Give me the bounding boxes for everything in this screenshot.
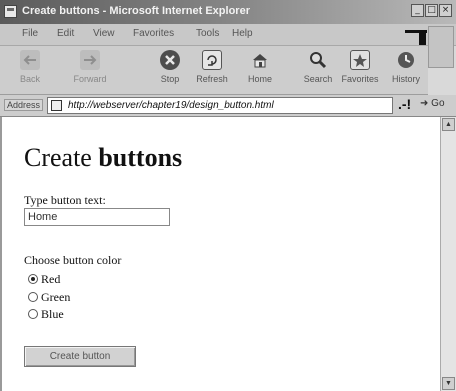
refresh-label: Refresh xyxy=(196,74,228,84)
maximize-button[interactable]: □ xyxy=(425,4,438,17)
create-button[interactable]: Create button xyxy=(24,346,136,367)
vertical-scrollbar[interactable]: ▲ ▼ xyxy=(440,117,456,391)
menu-help[interactable]: Help xyxy=(232,28,253,39)
refresh-button[interactable]: Refresh xyxy=(190,48,234,90)
go-label: Go xyxy=(431,98,445,109)
address-input[interactable]: http://webserver/chapter19/design_button… xyxy=(47,97,393,114)
radio-blue-label: Blue xyxy=(41,307,64,321)
menu-tools[interactable]: Tools xyxy=(196,28,219,39)
address-label: Address xyxy=(4,99,44,111)
favorites-icon xyxy=(350,50,370,70)
minimize-button[interactable]: _ xyxy=(411,4,424,17)
stop-button[interactable]: Stop xyxy=(148,48,192,90)
ie-logo-throbber xyxy=(428,26,454,68)
favorites-label: Favorites xyxy=(341,74,379,84)
home-label: Home xyxy=(247,74,272,84)
history-label: History xyxy=(391,74,420,84)
address-url: http://webserver/chapter19/design_button… xyxy=(68,100,274,111)
home-button[interactable]: Home xyxy=(238,48,282,90)
forward-button[interactable]: Forward xyxy=(68,48,112,90)
forward-label: Forward xyxy=(73,74,107,84)
button-text-input[interactable] xyxy=(24,208,170,226)
radio-red-label: Red xyxy=(41,272,61,286)
button-text-label: Type button text: xyxy=(24,193,106,207)
forward-arrow-icon xyxy=(80,50,100,70)
menu-file[interactable]: File xyxy=(22,28,38,39)
address-dropdown-icon[interactable]: .-! xyxy=(398,97,411,111)
search-label: Search xyxy=(303,74,333,84)
scroll-up-icon[interactable]: ▲ xyxy=(442,118,455,131)
back-label: Back xyxy=(19,74,40,84)
button-color-label: Choose button color xyxy=(24,253,122,267)
menu-edit[interactable]: Edit xyxy=(57,28,74,39)
radio-blue[interactable] xyxy=(28,309,38,319)
menu-view[interactable]: View xyxy=(93,28,115,39)
scroll-down-icon[interactable]: ▼ xyxy=(442,377,455,390)
color-option-blue[interactable]: Blue xyxy=(28,307,64,322)
page-title-bold: buttons xyxy=(98,143,183,172)
menu-bar: File Edit View Favorites Tools Help xyxy=(0,24,456,46)
back-arrow-icon xyxy=(20,50,40,70)
page-icon xyxy=(51,100,62,111)
ie-window-icon xyxy=(4,5,17,18)
color-option-green[interactable]: Green xyxy=(28,290,70,305)
title-bar[interactable]: Create buttons - Microsoft Internet Expl… xyxy=(0,0,456,24)
stop-icon xyxy=(160,50,180,70)
history-icon xyxy=(396,50,416,70)
color-option-red[interactable]: Red xyxy=(28,272,60,287)
go-button[interactable]: ➜ Go xyxy=(420,98,445,109)
page-title: Create buttons xyxy=(24,143,182,173)
back-button[interactable]: Back xyxy=(8,48,52,90)
browser-window: Create buttons - Microsoft Internet Expl… xyxy=(0,0,456,391)
toolbar: Back Forward Stop Refresh Home Search Fa… xyxy=(0,46,428,95)
window-title: Create buttons - Microsoft Internet Expl… xyxy=(22,5,250,17)
history-button[interactable]: History xyxy=(384,48,428,90)
close-button[interactable]: × xyxy=(439,4,452,17)
throbber-stem-icon xyxy=(419,33,426,45)
stop-label: Stop xyxy=(160,74,180,84)
menu-favorites[interactable]: Favorites xyxy=(133,28,174,39)
radio-red[interactable] xyxy=(28,274,38,284)
home-icon xyxy=(250,50,270,70)
search-icon xyxy=(308,50,328,70)
radio-green[interactable] xyxy=(28,292,38,302)
search-button[interactable]: Search xyxy=(296,48,340,90)
address-bar: Address http://webserver/chapter19/desig… xyxy=(0,95,456,117)
radio-green-label: Green xyxy=(41,290,71,304)
refresh-icon xyxy=(202,50,222,70)
page-title-plain: Create xyxy=(24,143,92,172)
go-arrow-icon: ➜ xyxy=(420,98,429,109)
favorites-button[interactable]: Favorites xyxy=(338,48,382,90)
page-content: Create buttons Type button text: Choose … xyxy=(0,117,440,391)
